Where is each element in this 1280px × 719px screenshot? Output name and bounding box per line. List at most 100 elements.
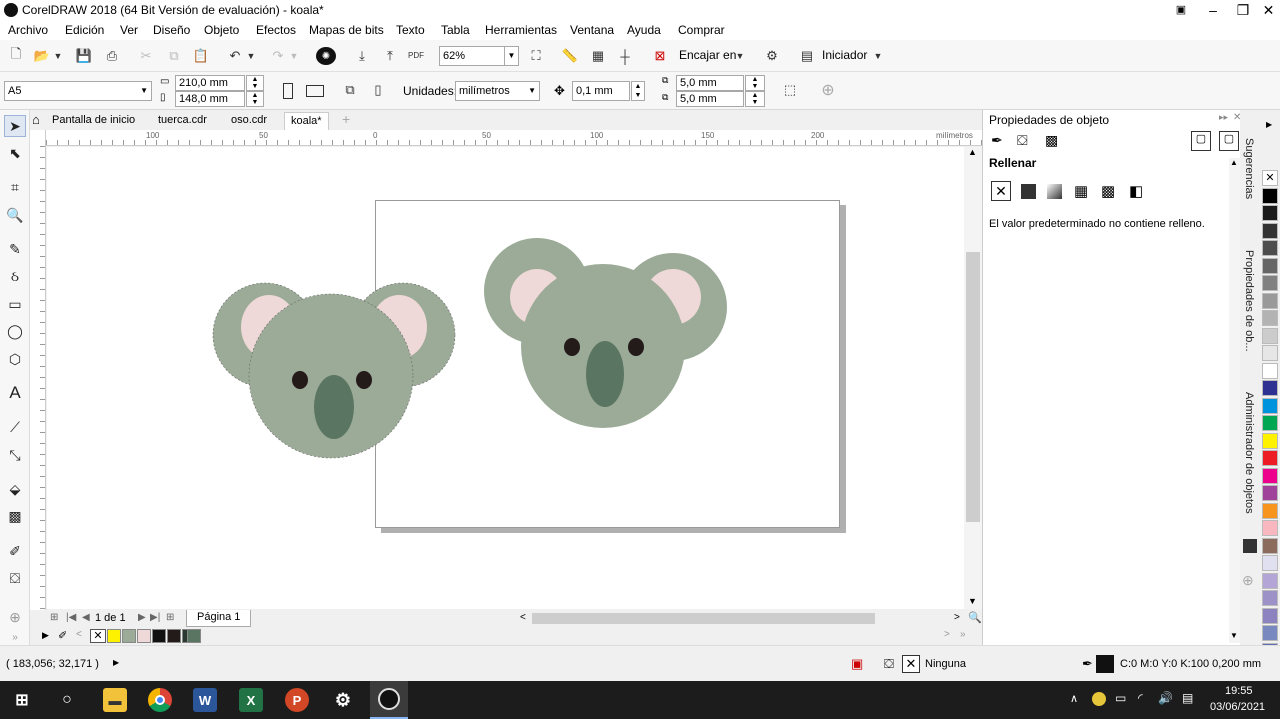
snap-to-icon[interactable]: ⊠ <box>650 47 670 65</box>
drawing-canvas[interactable] <box>47 147 964 609</box>
horizontal-scrollbar-thumb[interactable] <box>532 613 875 624</box>
artistic-media-tool-icon[interactable]: ઠ <box>4 265 26 287</box>
page-height-field[interactable]: 148,0 mm <box>175 91 245 107</box>
full-screen-preview-icon[interactable]: ⛶ <box>526 47 546 65</box>
previous-page-icon[interactable]: ◀ <box>82 612 90 623</box>
doc-swatch-nose-green[interactable] <box>187 629 201 643</box>
drop-shadow-tool-icon[interactable]: ⬙ <box>4 478 26 500</box>
tab-tuerca[interactable]: tuerca.cdr <box>152 112 213 130</box>
duplicate-x-spinner[interactable]: ▲ ▼ <box>745 75 765 91</box>
menu-mapas-de-bits[interactable]: Mapas de bits <box>309 23 384 37</box>
print-icon[interactable]: ⎙ <box>102 47 122 65</box>
palette-swatch[interactable] <box>1262 502 1278 519</box>
scrollbar-thumb[interactable] <box>966 252 980 522</box>
duplicate-y-spinner[interactable]: ▲ ▼ <box>745 91 765 107</box>
show-rulers-icon[interactable]: 📏 <box>560 47 580 65</box>
paste-icon[interactable]: 📋 <box>191 47 211 65</box>
palette-swatch[interactable]: ✕ <box>1262 170 1278 186</box>
menu-comprar[interactable]: Comprar <box>678 23 725 37</box>
palette-swatch[interactable] <box>1262 222 1278 239</box>
zoom-navigator-icon[interactable]: 🔍 <box>968 611 982 624</box>
palette-expand-icon[interactable]: » <box>960 629 966 640</box>
corel-connect-icon[interactable]: ✺ <box>316 47 336 65</box>
copy-icon[interactable]: ⧉ <box>164 47 184 65</box>
palette-swatch[interactable] <box>1262 555 1278 571</box>
home-icon[interactable]: ⌂ <box>32 112 40 127</box>
zoom-tool-icon[interactable]: 🔍 <box>4 204 26 226</box>
first-page-icon[interactable]: |◀ <box>66 612 76 623</box>
windows-start-icon[interactable]: ⊞ <box>10 688 34 712</box>
treat-as-filled-icon[interactable]: ⬚ <box>780 81 800 99</box>
show-guidelines-icon[interactable]: ┼ <box>615 47 635 65</box>
color-swatch-icon[interactable] <box>1243 539 1257 553</box>
file-explorer-icon[interactable]: ▬ <box>103 688 127 712</box>
pick-tool-icon[interactable]: ➤ <box>4 115 26 137</box>
outline-pen-icon[interactable]: ✒ <box>991 132 1003 149</box>
export-icon[interactable]: ⤒ <box>380 47 400 65</box>
palette-swatch[interactable] <box>1262 380 1278 396</box>
palette-swatch[interactable] <box>1262 187 1278 204</box>
palette-menu-icon[interactable]: ▶ <box>42 630 49 641</box>
search-icon[interactable]: ○ <box>55 688 79 712</box>
fountain-fill-icon[interactable] <box>1047 184 1062 199</box>
current-page-icon[interactable]: ▯ <box>368 81 388 99</box>
no-color-swatch[interactable]: ✕ <box>90 629 106 643</box>
cut-icon[interactable]: ✂ <box>136 47 156 65</box>
undo-dropdown-icon[interactable]: ▼ <box>245 47 257 65</box>
docker-collapse-icon[interactable]: ▸▸ <box>1219 112 1228 123</box>
save-icon[interactable]: 💾 <box>74 47 94 65</box>
menu-archivo[interactable]: Archivo <box>8 23 48 37</box>
restore-button[interactable]: ❐ <box>1227 0 1259 20</box>
all-pages-icon[interactable]: ⧉ <box>340 81 360 99</box>
chrome-icon[interactable] <box>148 688 172 712</box>
menu-tabla[interactable]: Tabla <box>441 23 470 37</box>
doc-swatch-dark[interactable] <box>167 629 181 643</box>
freehand-tool-icon[interactable]: ✎ <box>4 238 26 260</box>
page-size-select[interactable]: A5 ▼ <box>4 81 152 101</box>
palette-swatch[interactable] <box>1262 590 1278 606</box>
bitmap-pattern-fill-icon[interactable]: ▩ <box>1101 182 1115 200</box>
options-gear-icon[interactable]: ⚙ <box>762 47 782 65</box>
zoom-level-field[interactable]: 62% ▼ <box>439 46 519 66</box>
vertical-scrollbar[interactable]: ▲ ▼ <box>964 147 982 609</box>
palette-scroll-right-icon[interactable]: > <box>944 629 950 640</box>
koala-artwork[interactable] <box>47 147 964 609</box>
tab-oso[interactable]: oso.cdr <box>225 112 273 130</box>
palette-swatch[interactable] <box>1262 520 1278 536</box>
tab-object-properties[interactable]: Propiedades de ob... <box>1243 250 1255 352</box>
interactive-fill-tool-icon[interactable]: ⛋ <box>4 567 26 589</box>
close-button[interactable]: ✕ <box>1257 0 1280 20</box>
next-page-icon[interactable]: ▶ <box>138 612 146 623</box>
palette-swatch[interactable] <box>1262 205 1278 221</box>
word-icon[interactable]: W <box>193 688 217 712</box>
palette-swatch[interactable] <box>1262 607 1278 624</box>
rectangle-tool-icon[interactable]: ▭ <box>4 293 26 315</box>
palette-swatch[interactable] <box>1262 485 1278 501</box>
scroll-up-icon[interactable]: ▲ <box>968 147 977 157</box>
wifi-icon[interactable]: ◜ <box>1138 691 1143 705</box>
tray-app-icon[interactable] <box>1092 692 1106 706</box>
palette-swatch[interactable] <box>1262 572 1278 589</box>
scroll-down-icon[interactable]: ▼ <box>968 596 977 606</box>
add-tool-icon[interactable]: ⊕ <box>4 606 26 628</box>
shape-tool-icon[interactable]: ⬉ <box>4 142 26 164</box>
palette-swatch[interactable] <box>1262 625 1278 641</box>
add-quick-customize-icon[interactable]: ⊕ <box>818 81 838 99</box>
taskbar-time[interactable]: 19:55 <box>1225 685 1253 697</box>
launcher-dropdown-icon[interactable]: ▼ <box>872 47 884 65</box>
palette-menu-icon[interactable]: ▶ <box>1266 120 1272 129</box>
transparency-tool-icon[interactable]: ▩ <box>4 505 26 527</box>
snap-to-label[interactable]: Encajar en <box>679 48 736 62</box>
snap-to-dropdown-icon[interactable]: ▼ <box>734 47 746 65</box>
coreldraw-taskbar-icon[interactable] <box>370 681 408 719</box>
battery-icon[interactable]: ▭ <box>1115 691 1126 705</box>
tab-koala[interactable]: koala* <box>284 112 329 130</box>
volume-icon[interactable]: 🔊 <box>1158 691 1173 705</box>
menu-ventana[interactable]: Ventana <box>570 23 614 37</box>
nudge-spinner[interactable]: ▲ ▼ <box>631 81 645 101</box>
add-page-before-icon[interactable]: ⊞ <box>50 612 58 623</box>
menu-ayuda[interactable]: Ayuda <box>627 23 661 37</box>
status-menu-icon[interactable]: ▶ <box>113 658 119 667</box>
units-select[interactable]: milímetros ▼ <box>455 81 540 101</box>
tab-pantalla-de-inicio[interactable]: Pantalla de inicio <box>46 112 141 130</box>
